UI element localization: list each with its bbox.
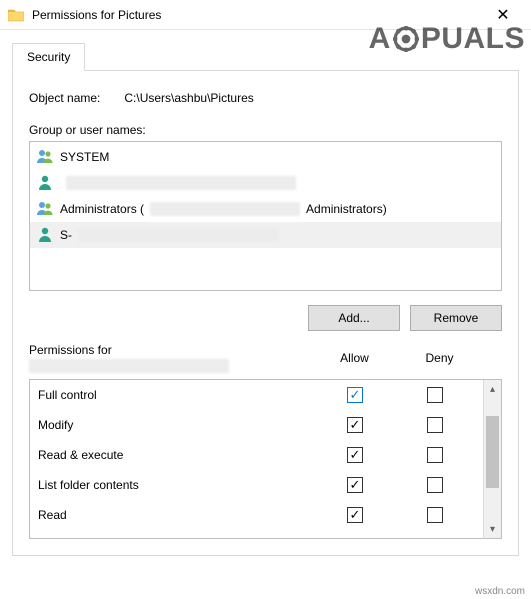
column-header-allow: Allow xyxy=(312,351,397,365)
deny-checkbox[interactable] xyxy=(427,477,443,493)
deny-checkbox[interactable] xyxy=(427,507,443,523)
list-item[interactable]: S- xyxy=(30,222,501,248)
column-header-deny: Deny xyxy=(397,351,482,365)
tab-strip: Security xyxy=(12,42,519,71)
principal-name: Administrators ( xyxy=(60,202,144,216)
deny-checkbox[interactable] xyxy=(427,417,443,433)
add-button[interactable]: Add... xyxy=(308,305,400,331)
folder-icon xyxy=(8,8,24,22)
principal-name: SYSTEM xyxy=(60,150,109,164)
tab-security[interactable]: Security xyxy=(12,43,85,71)
permission-row: Modify xyxy=(30,410,483,440)
allow-checkbox[interactable] xyxy=(347,507,363,523)
permission-name: Read & execute xyxy=(38,448,315,462)
scroll-up-arrow[interactable]: ▴ xyxy=(484,380,501,398)
allow-checkbox[interactable] xyxy=(347,447,363,463)
close-icon[interactable]: ✕ xyxy=(483,5,523,25)
remove-button[interactable]: Remove xyxy=(410,305,502,331)
permission-row: List folder contents xyxy=(30,470,483,500)
permissions-table: Full control Modify Read & execute List fol… xyxy=(29,379,502,539)
allow-checkbox[interactable] xyxy=(347,417,363,433)
redacted-text xyxy=(78,228,278,242)
permission-row: Read & execute xyxy=(30,440,483,470)
redacted-text xyxy=(66,176,296,190)
permissions-for-label: Permissions for xyxy=(29,343,229,357)
permission-name: List folder contents xyxy=(38,478,315,492)
permission-name: Full control xyxy=(38,388,315,402)
permissions-scrollbar[interactable]: ▴ ▾ xyxy=(483,380,501,538)
user-icon xyxy=(36,225,54,246)
user-icon xyxy=(36,173,54,194)
image-source: wsxdn.com xyxy=(475,586,525,597)
redacted-text xyxy=(150,202,300,216)
permission-name: Read xyxy=(38,508,315,522)
allow-checkbox[interactable] xyxy=(347,387,363,403)
users-icon xyxy=(36,147,54,168)
list-item[interactable]: Administrators ( Administrators) xyxy=(30,196,501,222)
object-name-label: Object name: xyxy=(29,91,100,105)
permissions-for-principal xyxy=(29,359,229,373)
allow-checkbox[interactable] xyxy=(347,477,363,493)
list-item[interactable]: SYSTEM xyxy=(30,144,501,170)
tab-page-security: Object name: C:\Users\ashbu\Pictures Gro… xyxy=(12,71,519,556)
list-item[interactable] xyxy=(30,170,501,196)
principal-name: S- xyxy=(60,228,72,242)
deny-checkbox[interactable] xyxy=(427,387,443,403)
object-name-row: Object name: C:\Users\ashbu\Pictures xyxy=(29,91,502,105)
group-user-names-list[interactable]: SYSTEM Administrators ( Administrators) S- xyxy=(29,141,502,291)
scroll-thumb[interactable] xyxy=(486,416,499,488)
users-icon xyxy=(36,199,54,220)
deny-checkbox[interactable] xyxy=(427,447,443,463)
permission-name: Modify xyxy=(38,418,315,432)
window-title: Permissions for Pictures xyxy=(32,8,483,22)
permission-row: Full control xyxy=(30,380,483,410)
scroll-down-arrow[interactable]: ▾ xyxy=(484,520,501,538)
principal-name: Administrators) xyxy=(306,202,387,216)
titlebar: Permissions for Pictures ✕ xyxy=(0,0,531,30)
object-name-value: C:\Users\ashbu\Pictures xyxy=(124,91,253,105)
permission-row: Read xyxy=(30,500,483,530)
group-user-names-label: Group or user names: xyxy=(29,123,502,137)
